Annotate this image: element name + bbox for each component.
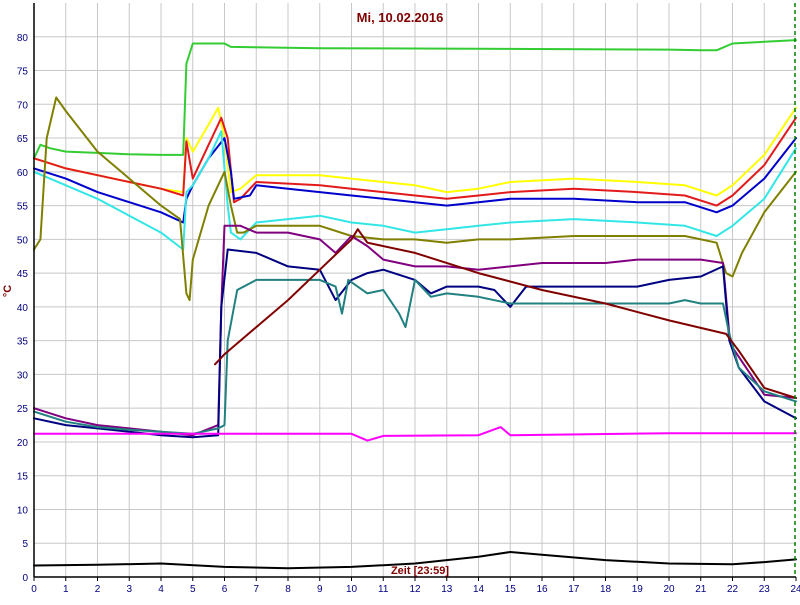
y-tick-label: 25 [17,404,29,415]
y-tick-label: 55 [17,202,29,213]
y-tick-label: 5 [22,539,28,550]
y-tick-label: 50 [17,235,29,246]
x-tick-label: 14 [473,584,485,595]
y-axis-label: °C [2,285,14,297]
y-tick-label: 60 [17,168,29,179]
x-axis-label: Zeit [23:59] [391,565,449,577]
y-tick-label: 80 [17,33,29,44]
y-tick-label: 40 [17,303,29,314]
x-tick-label: 22 [727,584,739,595]
x-tick-label: 11 [378,584,389,595]
x-tick-label: 4 [158,584,164,595]
x-tick-label: 0 [31,584,37,595]
series-line-10 [214,228,797,399]
chart-title: Mi, 10.02.2016 [357,10,444,25]
y-tick-label: 15 [17,472,29,483]
x-tick-label: 19 [632,584,644,595]
x-tick-label: 24 [790,584,800,595]
y-tick-label: 0 [22,573,28,584]
x-tick-label: 8 [285,584,291,595]
y-tick-label: 35 [17,337,29,348]
axes: 051015202530354045505560657075800 1 2 3 4 5 6 7… [17,3,800,595]
x-tick-label: 7 [253,584,259,595]
x-tick-label: 17 [568,584,580,595]
x-tick-label: 2 [95,584,101,595]
x-tick-label: 23 [759,584,771,595]
y-tick-label: 75 [17,67,29,78]
x-tick-label: 13 [441,584,453,595]
x-tick-label: 12 [409,584,421,595]
y-tick-label: 65 [17,134,29,145]
line-chart: 051015202530354045505560657075800 1 2 3 4 5 6 7… [2,3,800,595]
x-tick-label: 6 [222,584,228,595]
x-tick-label: 9 [317,584,323,595]
x-tick-label: 21 [695,584,707,595]
x-tick-label: 16 [536,584,548,595]
x-tick-label: 3 [126,584,132,595]
x-tick-label: 10 [346,584,358,595]
chart-area: 0 5 10 15 20 25 30 35 40 45 50 55 60 65 70 75 80 0 1 2 3 4 5 6 7… [0,0,800,600]
x-tick-label: 18 [600,584,612,595]
x-tick-label: 15 [505,584,517,595]
y-tick-label: 20 [17,438,29,449]
y-tick-label: 45 [17,269,29,280]
x-tick-label: 5 [190,584,196,595]
grid [34,3,796,577]
y-tick-label: 10 [17,505,29,516]
x-tick-label: 20 [663,584,675,595]
x-tick-label: 1 [63,584,69,595]
y-tick-label: 30 [17,370,29,381]
y-tick-label: 70 [17,100,29,111]
